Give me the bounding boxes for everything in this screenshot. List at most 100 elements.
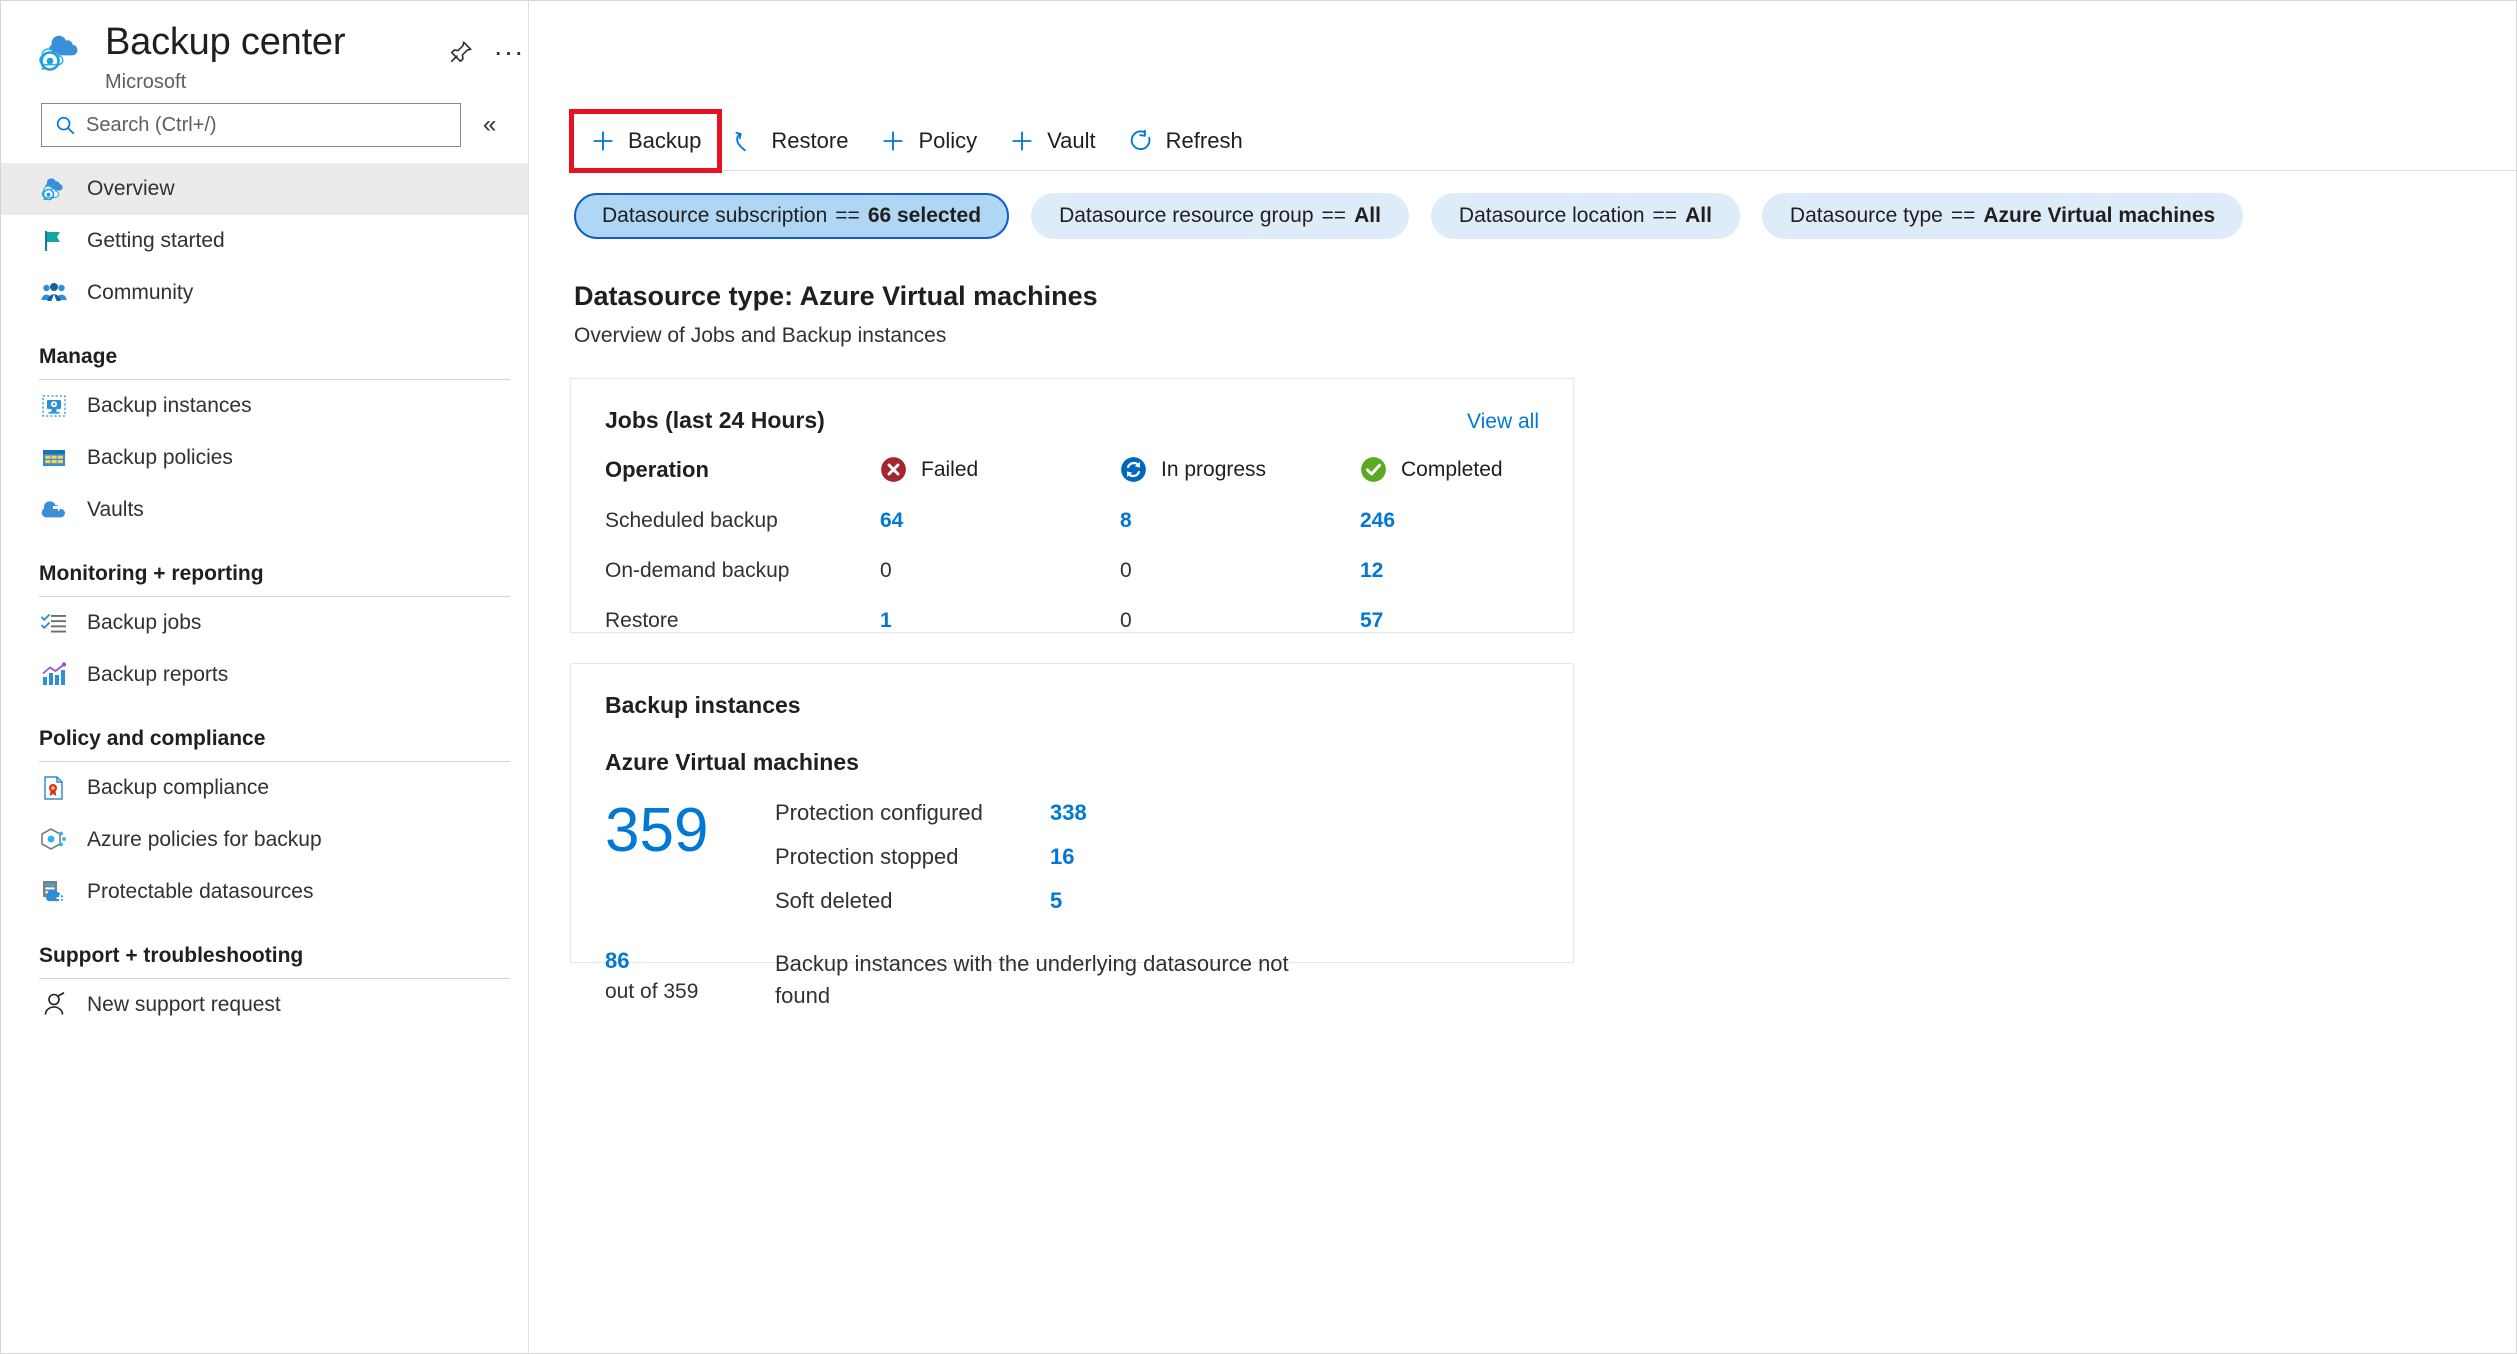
sidebar-item-protectable-datasources[interactable]: Protectable datasources [1,866,528,918]
flag-icon [39,226,69,256]
list-item: Protection configured 338 [775,800,1539,826]
filter-pill-datasource-type[interactable]: Datasource type == Azure Virtual machine… [1761,193,2244,239]
failed-count-link[interactable]: 1 [880,609,892,632]
search-box[interactable] [41,103,461,147]
backup-center-screen: Backup center Microsoft ··· Search (Ctrl… [0,0,2517,1354]
view-all-link[interactable]: View all [1467,410,1539,434]
vault-button[interactable]: Vault [993,114,1112,168]
failed-header: Failed [880,456,1120,509]
datasource-type-title: Datasource type: Azure Virtual machines [574,281,1098,311]
in-progress-circle-icon [1120,456,1147,483]
sidebar-group-title: Monitoring + reporting [39,562,264,585]
page-title: Backup center [105,21,346,63]
failed-count-link[interactable]: 64 [880,509,903,532]
sidebar-item-label: Vaults [87,498,144,521]
backup-center-logo-icon [35,25,87,77]
filter-value: All [1354,204,1381,227]
sidebar-item-backup-reports[interactable]: Backup reports [1,649,528,701]
filter-pill-datasource-resource-group[interactable]: Datasource resource group == All [1031,193,1409,239]
sidebar-group-policy: Policy and compliance [1,727,528,762]
search-input[interactable] [86,113,426,137]
search-row: « [1,97,528,153]
plus-icon [1009,128,1035,154]
completed-count-link[interactable]: 246 [1360,509,1395,532]
ellipsis-icon[interactable]: ··· [490,33,528,71]
backup-button[interactable]: Backup [568,109,723,173]
filter-value: Azure Virtual machines [1983,204,2216,227]
divider [574,170,2516,171]
support-person-icon [39,990,69,1020]
people-icon [39,278,69,308]
completed-count: 57 [1360,609,1600,659]
protection-configured-label: Protection configured [775,800,983,825]
sidebar-group-title: Policy and compliance [39,727,266,750]
protection-configured-value[interactable]: 338 [1050,800,1087,826]
refresh-button[interactable]: Refresh [1112,114,1259,168]
failed-count: 1 [880,609,1120,659]
plus-icon [880,128,906,154]
sidebar-item-vaults[interactable]: Vaults [1,484,528,536]
sidebar-item-label: Azure policies for backup [87,828,322,851]
checklist-icon [39,608,69,638]
filter-pill-datasource-location[interactable]: Datasource location == All [1430,193,1740,239]
in-progress-header: In progress [1120,456,1360,509]
filter-name: Datasource resource group [1059,204,1314,227]
in-progress-count: 8 [1120,509,1360,559]
success-check-circle-icon [1360,456,1387,483]
jobs-card: Jobs (last 24 Hours) View all Operation [570,378,1574,633]
filter-name: Datasource location [1458,204,1645,227]
sidebar-item-getting-started[interactable]: Getting started [1,215,528,267]
search-icon [54,114,76,136]
sidebar-item-azure-policies-for-backup[interactable]: Azure policies for backup [1,814,528,866]
operation-name: On-demand backup [605,559,790,582]
operation-name: Scheduled backup [605,509,778,532]
jobs-card-title: Jobs (last 24 Hours) [605,407,825,433]
operation-name: Restore [605,609,679,632]
sidebar-item-backup-jobs[interactable]: Backup jobs [1,597,528,649]
table-row: Scheduled backup 64 8 246 [605,509,1600,559]
datasource-not-found-out-of: out of 359 [605,980,699,1003]
sidebar-item-overview[interactable]: Overview [1,163,528,215]
failed-count-value: 0 [880,559,892,582]
failed-label: Failed [921,457,979,481]
completed-count-link[interactable]: 12 [1360,559,1383,582]
completed-count-link[interactable]: 57 [1360,609,1383,632]
protectable-datasource-icon [39,877,69,907]
filter-pill-row: Datasource subscription == 66 selected D… [530,193,2516,239]
sidebar-item-new-support-request[interactable]: New support request [1,979,528,1031]
sidebar-group-support: Support + troubleshooting [1,944,528,979]
completed-header: Completed [1360,456,1600,509]
sidebar-item-label: Community [87,281,194,304]
sidebar-item-backup-instances[interactable]: Backup instances [1,380,528,432]
soft-deleted-value[interactable]: 5 [1050,888,1062,914]
sidebar-group-manage: Manage [1,345,528,380]
in-progress-count: 0 [1120,609,1360,659]
completed-count: 246 [1360,509,1600,559]
datasource-not-found-count[interactable]: 86 [605,948,775,974]
error-circle-icon [880,456,907,483]
in-progress-count-link[interactable]: 8 [1120,509,1132,532]
policy-button-label: Policy [918,128,978,153]
chevron-double-left-icon[interactable]: « [483,113,496,137]
sidebar-item-backup-compliance[interactable]: Backup compliance [1,762,528,814]
datasource-not-found-text: Backup instances with the underlying dat… [775,951,1289,1008]
policy-button[interactable]: Policy [864,114,993,168]
protection-stopped-value[interactable]: 16 [1050,844,1074,870]
operation-header: Operation [605,456,709,482]
restore-button[interactable]: Restore [717,114,864,168]
main-content: Backup Restore Policy Vault Refresh Data… [530,1,2516,1353]
pin-icon[interactable] [442,33,480,71]
filter-name: Datasource type [1789,204,1943,227]
filter-pill-datasource-subscription[interactable]: Datasource subscription == 66 selected [574,193,1010,239]
sidebar-item-community[interactable]: Community [1,267,528,319]
in-progress-count-value: 0 [1120,609,1132,632]
restore-button-label: Restore [771,128,849,153]
backup-button-label: Backup [628,128,702,153]
filter-operator: == [1652,204,1678,227]
list-item: Protection stopped 16 [775,844,1539,870]
in-progress-count: 0 [1120,559,1360,609]
sidebar-item-backup-policies[interactable]: Backup policies [1,432,528,484]
sidebar: Backup center Microsoft ··· Search (Ctrl… [1,1,529,1353]
sidebar-item-label: Backup jobs [87,611,202,634]
failed-count: 64 [880,509,1120,559]
